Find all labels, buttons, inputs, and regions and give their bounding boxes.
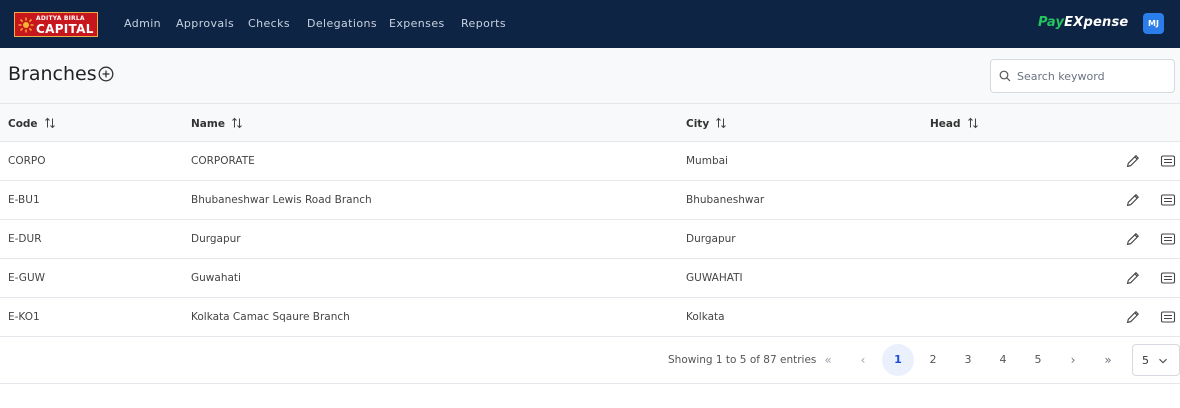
details-icon[interactable]	[1160, 270, 1176, 286]
col-header-city-label: City	[686, 118, 710, 130]
col-header-name[interactable]: Name	[191, 117, 243, 130]
brand-pay: Pay	[1038, 15, 1065, 30]
cell-name: CORPORATE	[191, 155, 255, 167]
edit-pencil-icon[interactable]	[1125, 231, 1141, 247]
next-page-button[interactable]: ›	[1057, 344, 1089, 376]
payexpense-brand: PayEXpense	[1038, 15, 1128, 30]
pagination-bar: Showing 1 to 5 of 87 entries « ‹ 1 2 3 4…	[0, 337, 1180, 384]
chevron-down-icon	[1159, 358, 1167, 364]
search-icon	[999, 70, 1011, 82]
brand-pense: pense	[1083, 15, 1129, 30]
cell-code: E-GUW	[8, 272, 46, 284]
search-box	[990, 59, 1175, 93]
last-page-button[interactable]: »	[1092, 344, 1124, 376]
user-avatar[interactable]: MJ	[1143, 13, 1164, 34]
page-header: Branches	[0, 48, 1180, 104]
sort-icon[interactable]	[231, 117, 243, 129]
edit-pencil-icon[interactable]	[1125, 309, 1141, 325]
cell-name: Bhubaneshwar Lewis Road Branch	[191, 194, 372, 206]
prev-page-button[interactable]: ‹	[847, 344, 879, 376]
brand-ex: EX	[1064, 15, 1084, 30]
page-button-4[interactable]: 4	[987, 344, 1019, 376]
page-button-5[interactable]: 5	[1022, 344, 1054, 376]
cell-code: CORPO	[8, 155, 46, 167]
details-icon[interactable]	[1160, 231, 1176, 247]
cell-city: Kolkata	[686, 311, 725, 323]
rows-per-page-value: 5	[1142, 354, 1149, 367]
sort-icon[interactable]	[967, 117, 979, 129]
details-icon[interactable]	[1160, 192, 1176, 208]
logo-line2: CAPITAL	[36, 22, 94, 36]
nav-checks[interactable]: Checks	[248, 17, 290, 30]
page-button-2[interactable]: 2	[917, 344, 949, 376]
sort-icon[interactable]	[715, 117, 727, 129]
nav-expenses[interactable]: Expenses	[389, 17, 445, 30]
cell-city: Durgapur	[686, 233, 736, 245]
cell-city: Mumbai	[686, 155, 728, 167]
table-row: CORPO CORPORATE Mumbai	[0, 142, 1180, 181]
rows-per-page-select[interactable]: 5	[1132, 344, 1180, 376]
cell-name: Durgapur	[191, 233, 241, 245]
col-header-code-label: Code	[8, 118, 38, 130]
col-header-head-label: Head	[930, 118, 961, 130]
cell-name: Guwahati	[191, 272, 241, 284]
page-button-3[interactable]: 3	[952, 344, 984, 376]
top-navbar: ADITYA BIRLA CAPITAL Admin Approvals Che…	[0, 0, 1180, 48]
table-row: E-BU1 Bhubaneshwar Lewis Road Branch Bhu…	[0, 181, 1180, 220]
cell-city: GUWAHATI	[686, 272, 743, 284]
edit-pencil-icon[interactable]	[1125, 153, 1141, 169]
col-header-city[interactable]: City	[686, 117, 727, 130]
details-icon[interactable]	[1160, 309, 1176, 325]
edit-pencil-icon[interactable]	[1125, 270, 1141, 286]
plus-circle-icon[interactable]	[98, 66, 114, 82]
logo-line1: ADITYA BIRLA	[36, 15, 85, 22]
col-header-code[interactable]: Code	[8, 117, 56, 130]
col-header-name-label: Name	[191, 118, 225, 130]
col-header-head[interactable]: Head	[930, 117, 979, 130]
edit-pencil-icon[interactable]	[1125, 192, 1141, 208]
cell-code: E-BU1	[8, 194, 40, 206]
table-header: Code Name City Head	[0, 104, 1180, 142]
page-title: Branches	[8, 63, 97, 85]
sun-logo-icon	[18, 17, 34, 33]
page-button-1[interactable]: 1	[882, 344, 914, 376]
table-row: E-KO1 Kolkata Camac Sqaure Branch Kolkat…	[0, 298, 1180, 337]
nav-delegations[interactable]: Delegations	[307, 17, 377, 30]
search-input[interactable]	[1017, 67, 1167, 85]
aditya-birla-capital-logo[interactable]: ADITYA BIRLA CAPITAL	[14, 12, 98, 37]
details-icon[interactable]	[1160, 153, 1176, 169]
entries-summary: Showing 1 to 5 of 87 entries	[668, 354, 817, 366]
cell-name: Kolkata Camac Sqaure Branch	[191, 311, 350, 323]
nav-admin[interactable]: Admin	[124, 17, 161, 30]
cell-code: E-DUR	[8, 233, 42, 245]
sort-icon[interactable]	[44, 117, 56, 129]
table-row: E-DUR Durgapur Durgapur	[0, 220, 1180, 259]
cell-code: E-KO1	[8, 311, 40, 323]
table-row: E-GUW Guwahati GUWAHATI	[0, 259, 1180, 298]
cell-city: Bhubaneshwar	[686, 194, 765, 206]
nav-approvals[interactable]: Approvals	[176, 17, 234, 30]
first-page-button[interactable]: «	[812, 344, 844, 376]
nav-reports[interactable]: Reports	[461, 17, 506, 30]
